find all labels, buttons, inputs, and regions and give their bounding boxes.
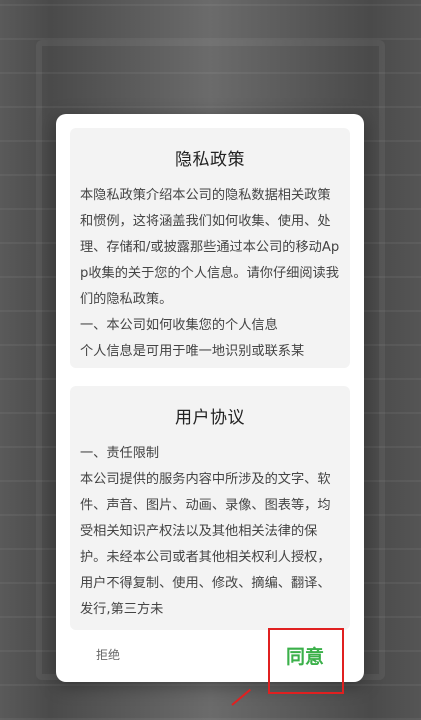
privacy-policy-paragraph: 本隐私政策介绍本公司的隐私数据相关政策和惯例，这将涵盖我们如何收集、使用、处理、… — [80, 188, 340, 307]
privacy-policy-title: 隐私政策 — [175, 150, 245, 170]
user-agreement-text: 一、责任限制 本公司提供的服务内容中所涉及的文字、软件、声音、图片、动画、录像、… — [70, 441, 350, 623]
reject-button[interactable]: 拒绝 — [96, 646, 120, 663]
user-agreement-card[interactable]: 用户协议 一、责任限制 本公司提供的服务内容中所涉及的文字、软件、声音、图片、动… — [70, 386, 350, 630]
consent-dialog: 隐私政策 本隐私政策介绍本公司的隐私数据相关政策和惯例，这将涵盖我们如何收集、使… — [56, 114, 364, 682]
user-agreement-paragraph: 本公司提供的服务内容中所涉及的文字、软件、声音、图片、动画、录像、图表等，均受相… — [80, 472, 331, 617]
user-agreement-paragraph: 一、责任限制 — [80, 446, 160, 461]
agree-highlight-box — [268, 628, 344, 694]
user-agreement-title: 用户协议 — [175, 408, 245, 428]
privacy-policy-paragraph: 一、本公司如何收集您的个人信息 — [80, 318, 278, 333]
privacy-policy-paragraph: 个人信息是可用于唯一地识别或联系某 — [80, 344, 305, 359]
privacy-policy-text: 本隐私政策介绍本公司的隐私数据相关政策和惯例，这将涵盖我们如何收集、使用、处理、… — [70, 183, 350, 365]
privacy-policy-card[interactable]: 隐私政策 本隐私政策介绍本公司的隐私数据相关政策和惯例，这将涵盖我们如何收集、使… — [70, 128, 350, 368]
pointer-arrow — [231, 688, 252, 706]
